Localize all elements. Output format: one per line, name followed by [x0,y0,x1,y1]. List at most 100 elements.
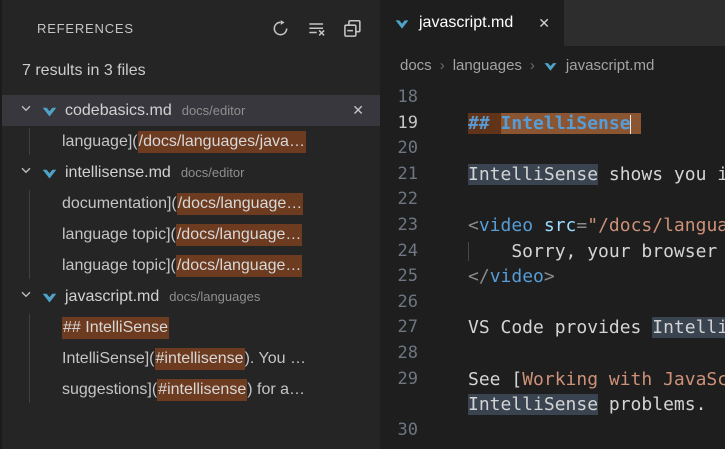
file-name: javascript.md [65,288,159,306]
references-panel: REFERENCES [0,0,380,449]
code-segment: > [544,266,555,287]
breadcrumb-item[interactable]: docs [400,57,432,74]
file-results-group: documentation](/docs/language…language t… [2,188,380,281]
line-number: 25 [380,264,468,290]
code-segment: See [ [468,369,522,390]
result-text: ). You … [245,350,306,368]
code-segment: video [479,215,533,236]
dismiss-icon[interactable]: ✕ [348,102,368,119]
file-result-row[interactable]: javascript.md docs/languages [2,281,380,312]
reference-result-row[interactable]: language topic](/docs/language… [2,219,380,250]
code-segment: Sorry, your browser do [468,241,725,262]
reference-result-row[interactable]: documentation](/docs/language… [2,188,380,219]
code-text: IntelliSense shows you int [468,162,725,188]
refresh-button[interactable] [269,17,292,40]
result-text: language topic]( [62,257,176,275]
match-highlight: #intellisense [157,379,247,401]
editor-line: 24 Sorry, your browser do [380,239,725,265]
collapse-all-button[interactable] [341,17,364,40]
match-highlight: /docs/language… [176,255,303,277]
code-text: VS Code provides IntelliSen [468,315,725,341]
line-number: 30 [380,418,468,444]
tab-label: javascript.md [419,14,529,32]
collapse-all-icon [343,19,362,38]
code-segment: </ [468,266,490,287]
code-text: </video> [468,264,555,290]
editor-line: 30 [380,418,725,444]
line-number [380,392,468,418]
reference-result-row[interactable]: IntelliSense](#intellisense). You … [2,343,380,374]
match-highlight: /docs/languages/java… [138,131,306,153]
code-text: IntelliSense problems. [468,392,706,418]
file-results-group: ## IntelliSenseIntelliSense](#intellisen… [2,312,380,405]
breadcrumb-separator-icon: › [440,57,445,74]
file-name: intellisense.md [65,164,171,182]
chevron-down-icon[interactable] [18,100,34,121]
highlighted-code-segment: IntelliSense [468,394,598,415]
code-segment: src [544,215,577,236]
reference-result-row[interactable]: suggestions](#intellisense) for a… [2,374,380,405]
line-number: 21 [380,162,468,188]
code-segment [533,215,544,236]
breadcrumb-item[interactable]: languages [453,57,522,74]
code-segment: "/docs/language [587,215,725,236]
chevron-down-icon[interactable] [18,286,34,307]
panel-title: REFERENCES [37,21,269,36]
line-number: 19 [380,111,468,137]
line-number: 29 [380,367,468,393]
result-text: IntelliSense]( [62,350,155,368]
result-text: ) for a… [247,381,305,399]
markdown-icon [543,58,558,73]
highlighted-code-segment: IntelliSense [468,164,598,185]
tab-bar: javascript.md ✕ [380,0,725,46]
highlighted-code-segment: IntelliSense [501,113,631,134]
editor-line: 28 [380,341,725,367]
code-segment: = [576,215,587,236]
match-highlight: /docs/language… [176,224,303,246]
result-text: language topic]( [62,226,176,244]
markdown-icon [41,164,58,181]
breadcrumb-item[interactable]: javascript.md [566,57,654,74]
panel-header: REFERENCES [2,0,380,56]
file-path: docs/editor [181,165,368,180]
editor-line: 22 [380,187,725,213]
code-text: <video src="/docs/language [468,213,725,239]
file-path: docs/editor [182,103,342,118]
line-number: 20 [380,136,468,162]
reference-result-row[interactable]: language topic](/docs/language… [2,250,380,281]
highlighted-code-segment [631,113,642,134]
refresh-icon [271,19,290,38]
markdown-icon [394,15,410,31]
reference-result-row[interactable]: ## IntelliSense [2,312,380,343]
chevron-down-icon[interactable] [18,162,34,183]
editor-line: 27VS Code provides IntelliSen [380,315,725,341]
result-text: documentation]( [62,195,177,213]
line-number: 28 [380,341,468,367]
editor-line: 20 [380,136,725,162]
file-path: docs/languages [169,289,368,304]
markdown-icon [41,102,58,119]
editor-line: IntelliSense problems. [380,392,725,418]
clear-all-button[interactable] [305,17,328,40]
tab-javascript-md[interactable]: javascript.md ✕ [380,0,564,46]
code-segment: Working with JavaScri [522,369,725,390]
code-text: Sorry, your browser do [468,239,725,265]
line-number: 24 [380,239,468,265]
line-number: 27 [380,315,468,341]
line-number: 18 [380,85,468,111]
file-result-row[interactable]: intellisense.md docs/editor [2,157,380,188]
editor-code-area[interactable]: 1819## IntelliSense 2021IntelliSense sho… [380,84,725,449]
reference-result-row[interactable]: language](/docs/languages/java… [2,126,380,157]
tab-close-icon[interactable]: ✕ [538,15,550,32]
editor-line: 25</video> [380,264,725,290]
clear-all-icon [307,19,326,38]
file-result-row[interactable]: codebasics.md docs/editor ✕ [2,95,380,126]
results-summary: 7 results in 3 files [2,56,380,86]
file-name: codebasics.md [65,102,172,120]
editor-line: 23<video src="/docs/language [380,213,725,239]
code-text: ## IntelliSense [468,111,641,137]
indent-guide-line [468,242,469,262]
editor-line: 19## IntelliSense [380,111,725,137]
result-text: language]( [62,133,138,151]
line-number: 22 [380,187,468,213]
